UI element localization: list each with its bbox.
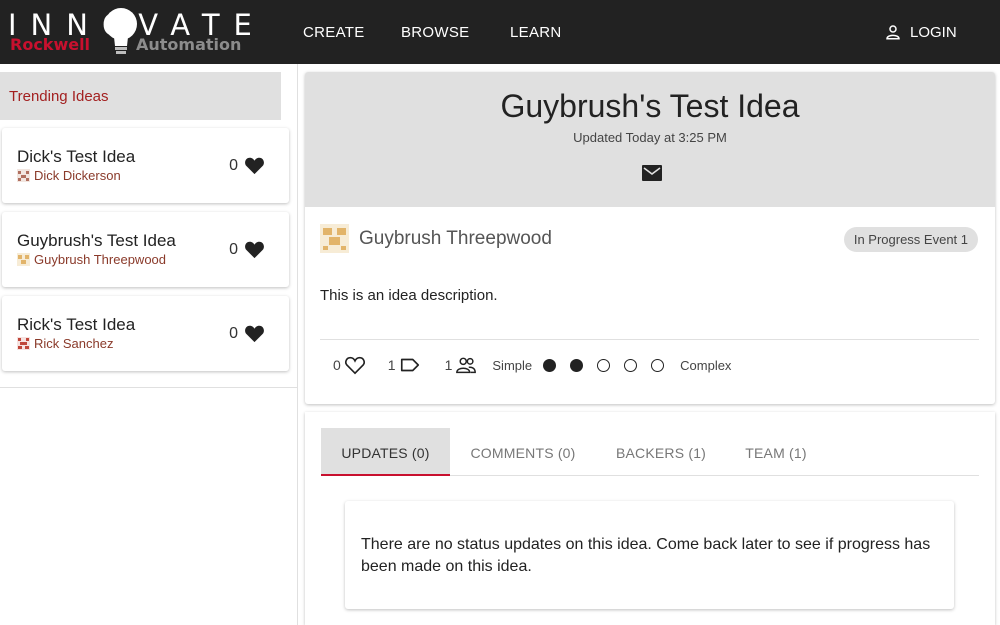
logo-automation-text: Automation — [136, 35, 242, 54]
heart-outline-icon[interactable] — [344, 355, 366, 375]
tags-stat: 1 — [388, 355, 421, 375]
tab-bar: UPDATES (0) COMMENTS (0) BACKERS (1) TEA… — [321, 428, 979, 476]
complexity-scale — [543, 358, 665, 372]
sidebar: Trending Ideas Dick's Test Idea Dick Dic… — [0, 64, 298, 625]
nav-create[interactable]: CREATE — [303, 24, 365, 41]
idea-tabs-card: UPDATES (0) COMMENTS (0) BACKERS (1) TEA… — [305, 412, 995, 625]
idea-detail-card: Guybrush's Test Idea Updated Today at 3:… — [305, 72, 995, 404]
idea-card-author[interactable]: Rick Sanchez — [17, 336, 113, 351]
complexity-dot — [624, 358, 638, 372]
complexity-dot — [651, 358, 665, 372]
no-updates-message: There are no status updates on this idea… — [345, 501, 954, 609]
idea-card-likes: 0 — [229, 324, 265, 343]
idea-card-author-name: Dick Dickerson — [34, 168, 121, 183]
updated-timestamp: Updated Today at 3:25 PM — [573, 130, 727, 145]
nav-learn[interactable]: LEARN — [510, 24, 562, 41]
login-button[interactable]: LOGIN — [884, 23, 957, 41]
idea-card-author-name: Guybrush Threepwood — [34, 252, 167, 267]
complexity-dot — [597, 358, 611, 372]
complexity-low-label: Simple — [492, 357, 533, 373]
idea-description: This is an idea description. — [320, 287, 498, 304]
idea-card-title: Guybrush's Test Idea — [17, 231, 176, 250]
avatar — [17, 337, 30, 350]
sidebar-idea-card[interactable]: Dick's Test Idea Dick Dickerson 0 — [2, 128, 289, 203]
sidebar-divider — [0, 387, 297, 388]
tab-backers[interactable]: BACKERS (1) — [606, 428, 716, 476]
sidebar-idea-card[interactable]: Guybrush's Test Idea Guybrush Threepwood… — [2, 212, 289, 287]
idea-stats: 0 1 1 Simple Complex — [333, 354, 731, 376]
top-navbar: INNOVATE Rockwell Automation CREATE BROW… — [0, 0, 1000, 64]
avatar — [320, 224, 349, 253]
idea-card-title: Dick's Test Idea — [17, 147, 136, 166]
owner-name: Guybrush Threepwood — [359, 227, 552, 249]
sidebar-idea-card[interactable]: Rick's Test Idea Rick Sanchez 0 — [2, 296, 289, 371]
likes-stat[interactable]: 0 — [333, 355, 366, 375]
divider — [320, 339, 979, 340]
likes-count: 0 — [229, 324, 238, 342]
likes-count: 0 — [229, 156, 238, 174]
tab-updates[interactable]: UPDATES (0) — [321, 428, 450, 476]
idea-card-likes: 0 — [229, 240, 265, 259]
heart-icon[interactable] — [244, 324, 265, 343]
team-stat: 1 — [445, 355, 478, 375]
tags-count: 1 — [387, 357, 396, 373]
people-icon — [456, 357, 477, 374]
heart-icon[interactable] — [244, 156, 265, 175]
team-count: 1 — [444, 357, 453, 373]
idea-card-likes: 0 — [229, 156, 265, 175]
avatar — [17, 169, 30, 182]
complexity-high-label: Complex — [680, 357, 732, 373]
heart-icon[interactable] — [244, 240, 265, 259]
idea-title: Guybrush's Test Idea — [500, 88, 800, 124]
mail-icon[interactable] — [642, 165, 662, 181]
user-icon — [886, 25, 900, 40]
likes-count: 0 — [333, 357, 341, 373]
avatar — [17, 253, 30, 266]
idea-card-author-name: Rick Sanchez — [34, 336, 114, 351]
complexity-dot — [543, 358, 557, 372]
innovate-logo[interactable]: INNOVATE Rockwell Automation — [8, 6, 263, 58]
idea-header: Guybrush's Test Idea Updated Today at 3:… — [305, 72, 995, 207]
tag-icon — [400, 358, 419, 372]
likes-count: 0 — [229, 240, 238, 258]
tab-team[interactable]: TEAM (1) — [733, 428, 819, 476]
idea-card-author[interactable]: Guybrush Threepwood — [17, 252, 166, 267]
login-label: LOGIN — [910, 23, 957, 41]
complexity-dot — [570, 358, 584, 372]
logo-rockwell-text: Rockwell — [10, 35, 91, 54]
nav-browse[interactable]: BROWSE — [401, 24, 469, 41]
status-badge: In Progress Event 1 — [843, 227, 978, 252]
tab-comments[interactable]: COMMENTS (0) — [461, 428, 585, 476]
idea-card-title: Rick's Test Idea — [17, 315, 136, 334]
trending-ideas-heading[interactable]: Trending Ideas — [0, 72, 281, 120]
idea-owner[interactable]: Guybrush Threepwood — [320, 224, 552, 253]
idea-card-author[interactable]: Dick Dickerson — [17, 168, 121, 183]
